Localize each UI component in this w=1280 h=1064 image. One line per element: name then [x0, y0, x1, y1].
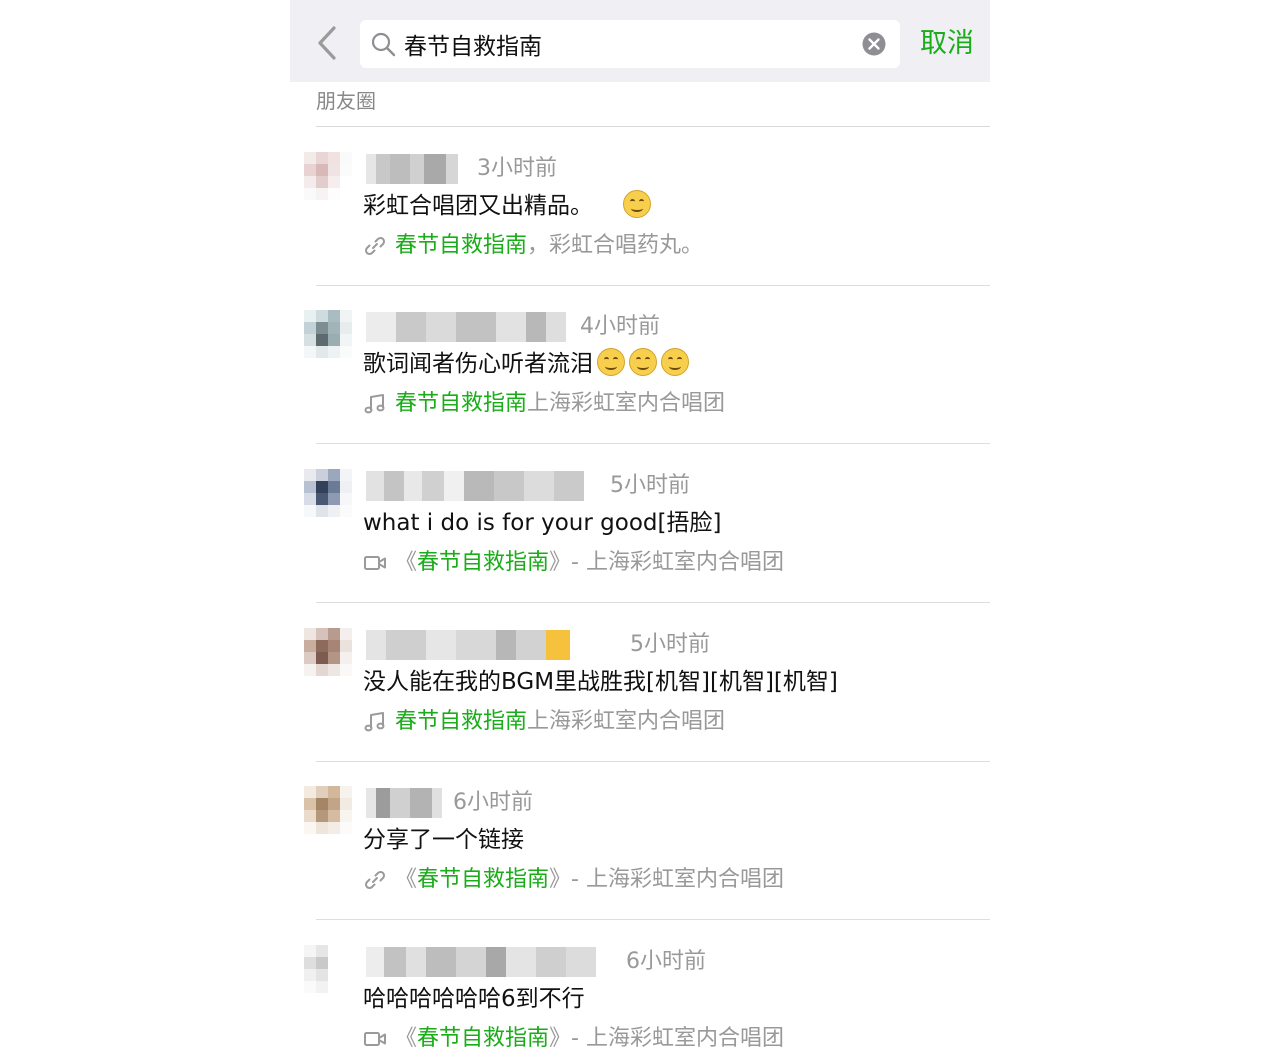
share-prefix: 《	[395, 1026, 418, 1051]
post-text-content: 没人能在我的BGM里战胜我[机智][机智][机智]	[363, 669, 838, 695]
post-text-content: 分享了一个链接	[363, 827, 524, 853]
moment-result-item[interactable]: 6小时前分享了一个链接《春节自救指南 》- 上海彩虹室内合唱团	[290, 762, 990, 920]
nickname-blurred[interactable]	[366, 471, 584, 501]
post-time: 5小时前	[630, 632, 710, 657]
search-header: 取消	[290, 0, 990, 82]
post-text-content: 哈哈哈哈哈哈6到不行	[363, 986, 585, 1012]
back-button[interactable]	[312, 24, 342, 62]
avatar[interactable]	[304, 469, 352, 517]
post-text-content: 歌词闻者伤心听者流泪	[363, 351, 593, 377]
share-prefix: 《	[395, 550, 418, 575]
video-icon	[364, 556, 386, 570]
search-input[interactable]	[404, 20, 844, 68]
moment-result-item[interactable]: 4小时前歌词闻者伤心听者流泪春节自救指南 上海彩虹室内合唱团	[290, 286, 990, 444]
moment-result-item[interactable]: 6小时前哈哈哈哈哈哈6到不行《春节自救指南 》- 上海彩虹室内合唱团	[290, 921, 990, 1064]
link-icon	[364, 236, 386, 256]
blush-emoji-icon	[597, 348, 625, 376]
post-text: 哈哈哈哈哈哈6到不行	[363, 983, 585, 1015]
moment-result-item[interactable]: 5小时前没人能在我的BGM里战胜我[机智][机智][机智] 春节自救指南 上海彩虹…	[290, 604, 990, 762]
post-text: 没人能在我的BGM里战胜我[机智][机智][机智]	[363, 666, 838, 698]
share-source: 》- 上海彩虹室内合唱团	[549, 1026, 784, 1051]
share-source: 》- 上海彩虹室内合唱团	[549, 867, 784, 892]
post-text: 歌词闻者伤心听者流泪	[363, 348, 689, 380]
post-time: 6小时前	[453, 790, 533, 815]
result-divider	[316, 443, 990, 444]
clear-search-icon[interactable]	[862, 32, 886, 56]
post-text: 彩虹合唱团又出精品。	[363, 190, 651, 222]
shared-content[interactable]: 《春节自救指南 》- 上海彩虹室内合唱团	[363, 1023, 784, 1055]
shared-content[interactable]: 春节自救指南 上海彩虹室内合唱团	[363, 706, 725, 738]
nickname-blurred[interactable]	[366, 788, 442, 818]
avatar[interactable]	[304, 945, 352, 993]
shared-content[interactable]: 《春节自救指南 》- 上海彩虹室内合唱团	[363, 547, 784, 579]
link-icon	[364, 870, 386, 890]
search-icon	[371, 32, 396, 57]
moment-result-item[interactable]: 5小时前 what i do is for your good[捂脸] 《春节自救指…	[290, 445, 990, 603]
share-source: 上海彩虹室内合唱团	[527, 709, 726, 734]
shared-content[interactable]: 春节自救指南 ，彩虹合唱药丸。	[363, 230, 703, 262]
post-time: 4小时前	[580, 314, 660, 339]
cancel-button[interactable]: 取消	[920, 24, 974, 64]
post-time: 3小时前	[477, 156, 557, 181]
share-source: ，彩虹合唱药丸。	[527, 233, 704, 258]
post-text-content: what i do is for your good[捂脸]	[363, 510, 722, 536]
share-keyword-highlight: 春节自救指南	[417, 550, 550, 575]
share-keyword-highlight: 春节自救指南	[417, 1026, 550, 1051]
chevron-left-icon	[318, 26, 336, 60]
blush-emoji-icon	[629, 348, 657, 376]
music-icon	[364, 712, 385, 732]
moment-result-item[interactable]: 3小时前彩虹合唱团又出精品。春节自救指南 ，彩虹合唱药丸。	[290, 128, 990, 286]
post-time: 5小时前	[610, 473, 690, 498]
nickname-blurred[interactable]	[366, 312, 566, 342]
video-icon	[364, 1032, 386, 1046]
share-keyword-highlight: 春节自救指南	[395, 233, 528, 258]
shared-content[interactable]: 《春节自救指南 》- 上海彩虹室内合唱团	[363, 864, 784, 896]
search-box[interactable]	[360, 20, 900, 68]
section-label-moments: 朋友圈	[316, 89, 376, 113]
blush-emoji-icon	[661, 348, 689, 376]
avatar[interactable]	[304, 152, 352, 200]
section-divider	[316, 126, 990, 127]
share-keyword-highlight: 春节自救指南	[417, 867, 550, 892]
shared-content[interactable]: 春节自救指南 上海彩虹室内合唱团	[363, 388, 725, 420]
music-icon	[364, 394, 385, 414]
share-prefix: 《	[395, 867, 418, 892]
avatar[interactable]	[304, 628, 352, 676]
nickname-blurred[interactable]	[366, 154, 458, 184]
share-source: 上海彩虹室内合唱团	[527, 391, 726, 416]
result-divider	[316, 919, 990, 920]
share-keyword-highlight: 春节自救指南	[395, 709, 528, 734]
post-text: 分享了一个链接	[363, 824, 524, 856]
moments-search-screen: 取消 朋友圈 3小时前彩虹合唱团又出精品。春节自救指南，彩虹合唱药丸。4小时前歌…	[290, 0, 990, 1064]
avatar[interactable]	[304, 310, 352, 358]
post-text: what i do is for your good[捂脸]	[363, 507, 721, 539]
share-keyword-highlight: 春节自救指南	[395, 391, 528, 416]
result-divider	[316, 602, 990, 603]
share-source: 》- 上海彩虹室内合唱团	[549, 550, 784, 575]
nickname-blurred[interactable]	[366, 947, 596, 977]
nickname-blurred[interactable]	[366, 630, 570, 660]
avatar[interactable]	[304, 786, 352, 834]
post-time: 6小时前	[626, 949, 706, 974]
post-text-content: 彩虹合唱团又出精品。	[363, 193, 593, 219]
laughing-tears-emoji-icon	[623, 190, 651, 218]
